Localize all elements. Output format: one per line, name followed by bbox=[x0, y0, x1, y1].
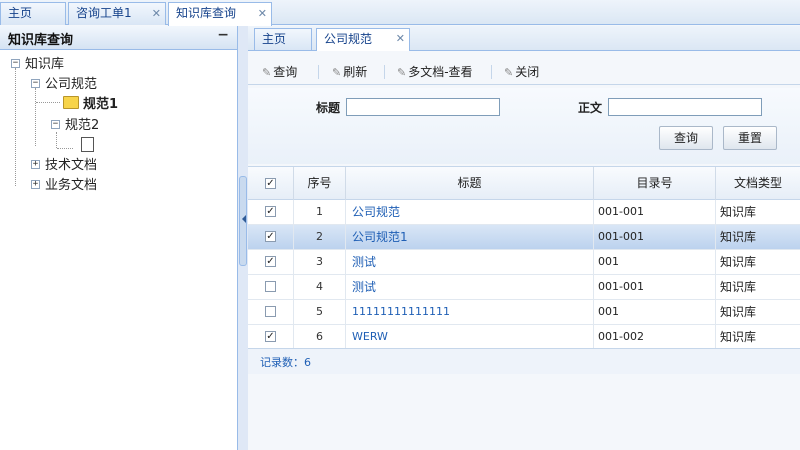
table-row[interactable]: ✓ 1 公司规范 001-001 知识库 bbox=[248, 200, 800, 225]
doc-title-link[interactable]: 测试 bbox=[346, 250, 594, 274]
panel-header: 知识库查询 − bbox=[0, 26, 237, 50]
expand-toggle-icon[interactable]: + bbox=[31, 160, 40, 169]
grid-header: ✓ 序号 标题 目录号 文档类型 bbox=[248, 167, 800, 200]
pencil-icon: ✎ bbox=[262, 66, 272, 79]
pencil-icon: ✎ bbox=[397, 66, 407, 79]
close-icon[interactable]: ✕ bbox=[258, 3, 267, 24]
collapse-toggle-icon[interactable]: − bbox=[11, 59, 20, 68]
title-label: 标题 bbox=[316, 101, 341, 115]
doc-title-link[interactable]: 11111111111111 bbox=[346, 300, 594, 324]
row-number: 2 bbox=[294, 225, 346, 249]
panel-splitter[interactable] bbox=[238, 26, 248, 450]
tab-label: 咨询工单1 bbox=[76, 6, 132, 20]
tree-node-root[interactable]: 知识库 bbox=[25, 53, 64, 72]
collapse-icon[interactable]: − bbox=[217, 27, 229, 43]
doc-type: 知识库 bbox=[720, 280, 757, 294]
dir-number: 001-001 bbox=[594, 275, 716, 299]
dir-number: 001-001 bbox=[594, 225, 716, 249]
close-button[interactable]: ✎ 关闭 bbox=[504, 63, 539, 80]
dir-number: 001-001 bbox=[594, 200, 716, 224]
folder-icon bbox=[63, 96, 79, 109]
tab-company-spec[interactable]: 公司规范 ✕ bbox=[316, 28, 410, 51]
main-content: 主页 公司规范 ✕ ✎ 查询 ✎ 刷新 ✎ 多文档-查看 ✎ 关闭 标题 正文 查询 重… bbox=[248, 26, 800, 450]
row-number: 4 bbox=[294, 275, 346, 299]
chevron-left-icon bbox=[242, 215, 246, 223]
search-form: 标题 正文 查询 重置 bbox=[248, 88, 800, 164]
search-query-button[interactable]: 查询 bbox=[659, 126, 713, 150]
row-checkbox[interactable] bbox=[265, 281, 276, 292]
tree-node-spec2[interactable]: 规范2 bbox=[65, 114, 99, 133]
tab-label: 主页 bbox=[8, 6, 33, 20]
dir-number: 001 bbox=[594, 300, 716, 324]
body-input[interactable] bbox=[608, 98, 762, 116]
tab-label: 主页 bbox=[262, 32, 287, 46]
pencil-icon: ✎ bbox=[504, 66, 514, 79]
top-tab-bar: 主页 咨询工单1 ✕ 知识库查询 ✕ bbox=[0, 0, 800, 26]
toolbar: ✎ 查询 ✎ 刷新 ✎ 多文档-查看 ✎ 关闭 bbox=[248, 59, 800, 85]
tab-consult-ticket[interactable]: 咨询工单1 ✕ bbox=[68, 2, 166, 25]
title-input[interactable] bbox=[346, 98, 500, 116]
row-checkbox[interactable] bbox=[265, 306, 276, 317]
pencil-icon: ✎ bbox=[332, 66, 342, 79]
tab-label: 公司规范 bbox=[324, 32, 373, 46]
collapse-handle[interactable] bbox=[239, 176, 247, 266]
multi-doc-view-button[interactable]: ✎ 多文档-查看 bbox=[397, 63, 473, 80]
select-all-checkbox[interactable]: ✓ bbox=[265, 178, 276, 189]
inner-tab-bar: 主页 公司规范 ✕ bbox=[248, 26, 800, 51]
row-number: 6 bbox=[294, 325, 346, 349]
doc-type: 知识库 bbox=[720, 255, 757, 269]
column-header[interactable]: 标题 bbox=[346, 167, 594, 200]
doc-title-link[interactable]: WERW bbox=[346, 325, 594, 349]
collapse-toggle-icon[interactable]: − bbox=[51, 120, 60, 129]
dir-number: 001-002 bbox=[594, 325, 716, 349]
document-icon bbox=[81, 137, 94, 152]
doc-title-link[interactable]: 测试 bbox=[346, 275, 594, 299]
row-number: 3 bbox=[294, 250, 346, 274]
body-label: 正文 bbox=[578, 101, 603, 115]
doc-title-link[interactable]: 公司规范1 bbox=[346, 225, 594, 249]
refresh-button[interactable]: ✎ 刷新 bbox=[332, 63, 367, 80]
collapse-toggle-icon[interactable]: − bbox=[31, 79, 40, 88]
column-header[interactable]: 序号 bbox=[294, 167, 346, 200]
doc-type: 知识库 bbox=[720, 305, 757, 319]
doc-type: 知识库 bbox=[720, 230, 757, 244]
tab-knowledge-query[interactable]: 知识库查询 ✕ bbox=[168, 2, 272, 26]
tab-label: 知识库查询 bbox=[176, 6, 237, 20]
doc-type: 知识库 bbox=[720, 330, 757, 344]
row-number: 1 bbox=[294, 200, 346, 224]
row-checkbox[interactable]: ✓ bbox=[265, 231, 276, 242]
tab-home[interactable]: 主页 bbox=[0, 2, 66, 25]
knowledge-tree-panel: 知识库查询 − − 知识库 − 公司规范 规范1 − 规范2 + 技术文档 + … bbox=[0, 26, 238, 450]
doc-type: 知识库 bbox=[720, 205, 757, 219]
tab-home[interactable]: 主页 bbox=[254, 28, 312, 50]
close-icon[interactable]: ✕ bbox=[396, 29, 405, 49]
table-row[interactable]: 5 11111111111111 001 知识库 bbox=[248, 300, 800, 325]
table-row[interactable]: 4 测试 001-001 知识库 bbox=[248, 275, 800, 300]
tree-node-biz-docs[interactable]: 业务文档 bbox=[45, 174, 97, 193]
column-header[interactable]: 目录号 bbox=[594, 167, 716, 200]
row-checkbox[interactable]: ✓ bbox=[265, 206, 276, 217]
reset-button[interactable]: 重置 bbox=[723, 126, 777, 150]
results-grid: ✓ 序号 标题 目录号 文档类型 ✓ 1 公司规范 001-001 知识库 ✓ … bbox=[248, 166, 800, 374]
tree-node-company-spec[interactable]: 公司规范 bbox=[45, 73, 97, 92]
table-row[interactable]: ✓ 2 公司规范1 001-001 知识库 bbox=[248, 225, 800, 250]
row-number: 5 bbox=[294, 300, 346, 324]
grid-footer: 记录数：6 bbox=[248, 348, 800, 374]
tree-node-spec1[interactable]: 规范1 bbox=[83, 93, 118, 112]
tree-node-tech-docs[interactable]: 技术文档 bbox=[45, 154, 97, 173]
row-checkbox[interactable]: ✓ bbox=[265, 256, 276, 267]
dir-number: 001 bbox=[594, 250, 716, 274]
column-header[interactable]: 文档类型 bbox=[716, 167, 800, 200]
record-count: 记录数：6 bbox=[260, 356, 311, 369]
expand-toggle-icon[interactable]: + bbox=[31, 180, 40, 189]
table-row[interactable]: ✓ 6 WERW 001-002 知识库 bbox=[248, 325, 800, 350]
close-icon[interactable]: ✕ bbox=[152, 3, 161, 24]
row-checkbox[interactable]: ✓ bbox=[265, 331, 276, 342]
doc-title-link[interactable]: 公司规范 bbox=[346, 200, 594, 224]
table-row[interactable]: ✓ 3 测试 001 知识库 bbox=[248, 250, 800, 275]
panel-title: 知识库查询 bbox=[8, 33, 74, 48]
query-button[interactable]: ✎ 查询 bbox=[262, 63, 297, 80]
